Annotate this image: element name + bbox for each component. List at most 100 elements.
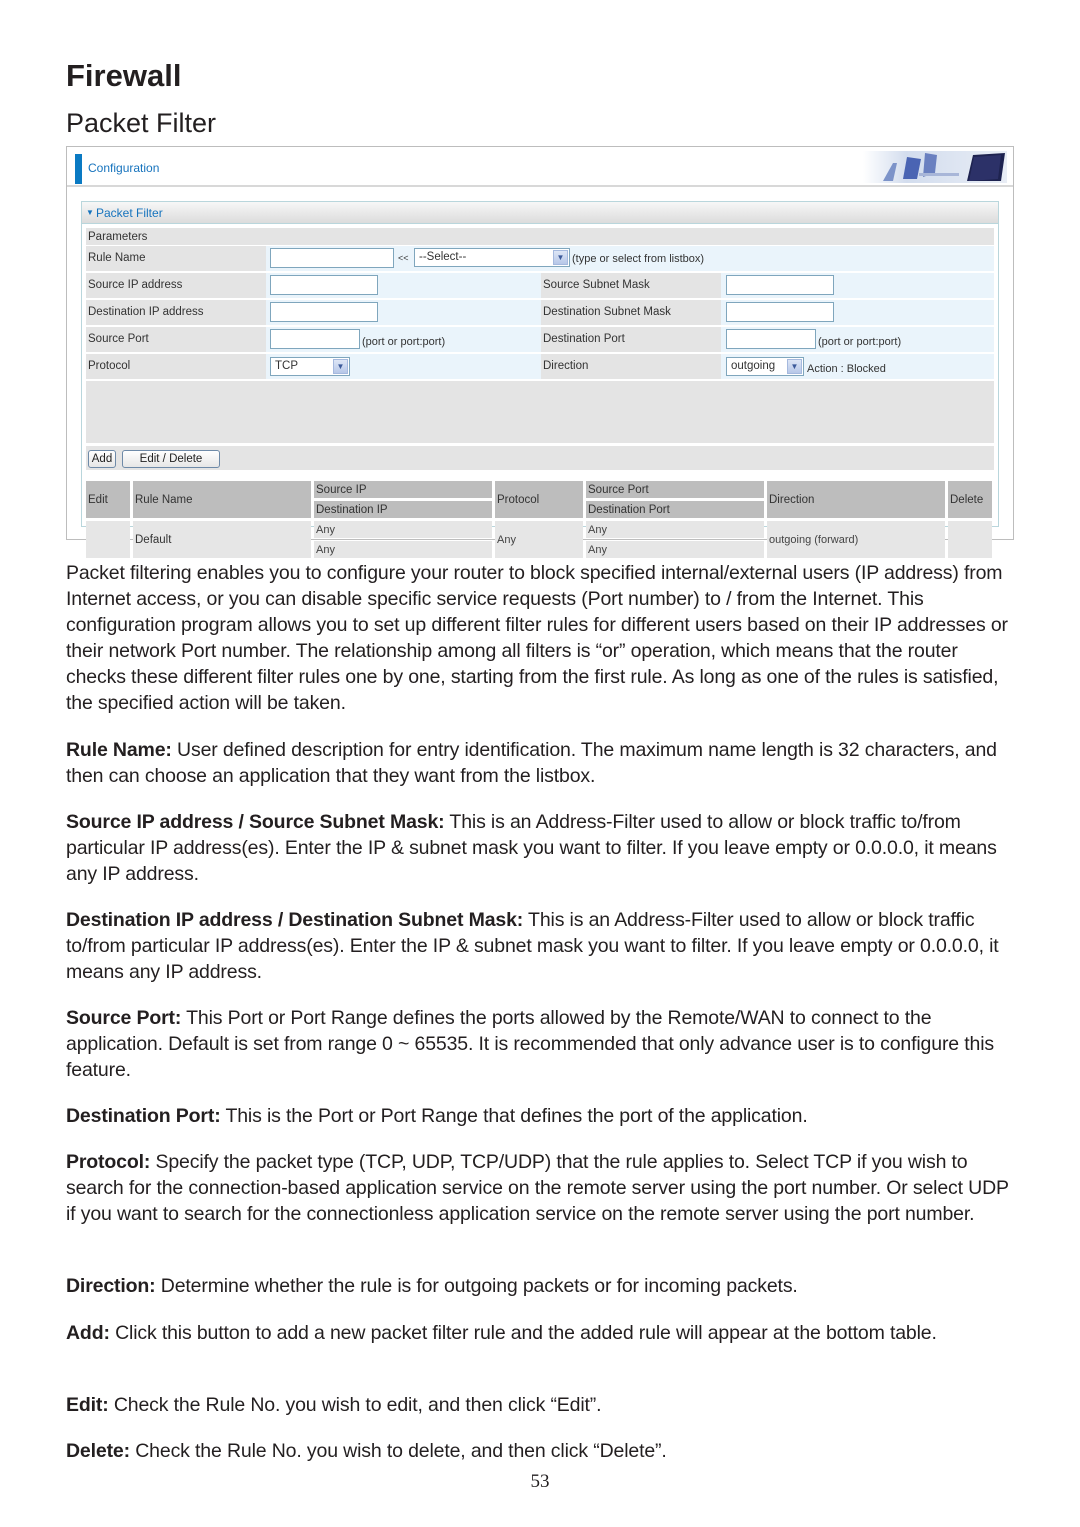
definition-edit: Edit: Check the Rule No. you wish to edi… (66, 1392, 1016, 1418)
definition-text: This is the Port or Port Range that defi… (220, 1105, 808, 1127)
row-source-port: Any (586, 521, 764, 538)
add-button[interactable]: Add (88, 450, 116, 468)
protocol-direction-row: Protocol TCP ▼ Direction outgoing ▼ Acti… (86, 354, 994, 379)
row-protocol: Any (495, 521, 583, 558)
packet-filter-screenshot: Configuration ▼ Packet Filter Parameters… (66, 146, 1014, 558)
section-header-label: Packet Filter (96, 206, 163, 220)
row-source-ip: Any (314, 521, 492, 538)
section-title: Packet Filter (66, 108, 217, 138)
protocol-select-value: TCP (275, 360, 298, 372)
source-subnet-label: Source Subnet Mask (541, 273, 721, 298)
rule-name-row: Rule Name << --Select-- ▼ (type or selec… (86, 246, 994, 271)
row-direction: outgoing (forward) (767, 521, 945, 558)
row-destination-ip: Any (314, 541, 492, 558)
spacer-row (86, 381, 994, 443)
office-banner-image (863, 151, 1007, 183)
destination-subnet-input[interactable] (726, 302, 834, 322)
destination-ip-label: Destination IP address (86, 300, 266, 325)
source-port-hint: (port or port:port) (362, 336, 446, 348)
definition-text: Specify the packet type (TCP, UDP, TCP/U… (66, 1151, 1009, 1225)
application-select-value: --Select-- (419, 251, 467, 263)
definition-source-port: Source Port: This Port or Port Range def… (66, 1005, 1016, 1083)
definition-destination-port: Destination Port: This is the Port or Po… (66, 1103, 1016, 1129)
destination-subnet-label: Destination Subnet Mask (541, 300, 721, 325)
direction-select[interactable]: outgoing ▼ (726, 357, 804, 376)
page-number: 53 (530, 1471, 550, 1492)
definition-text: Check the Rule No. you wish to delete, a… (129, 1440, 667, 1462)
term: Source IP address / Source Subnet Mask: (66, 811, 445, 833)
header-delete: Delete (948, 481, 992, 518)
term: Destination IP address / Destination Sub… (66, 909, 524, 931)
header-destination-port: Destination Port (586, 501, 764, 518)
term: Source Port: (66, 1007, 182, 1029)
port-row: Source Port (port or port:port) Destinat… (86, 327, 994, 352)
packet-filter-section-header[interactable]: ▼ Packet Filter (82, 202, 998, 224)
chevron-down-icon: ▼ (333, 359, 348, 374)
definition-source-ip: Source IP address / Source Subnet Mask: … (66, 809, 1016, 887)
application-select[interactable]: --Select-- ▼ (414, 248, 570, 267)
term: Rule Name: (66, 739, 172, 761)
definition-text: Check the Rule No. you wish to edit, and… (108, 1394, 602, 1416)
destination-port-label: Destination Port (541, 327, 721, 352)
destination-ip-input[interactable] (270, 302, 378, 322)
config-header: Configuration (67, 147, 1013, 187)
header-protocol: Protocol (495, 481, 583, 518)
parameters-header: Parameters (86, 228, 994, 245)
term: Direction: (66, 1275, 156, 1297)
button-bar: Add Edit / Delete (86, 446, 994, 470)
packet-filter-panel: ▼ Packet Filter Parameters Rule Name << … (81, 201, 999, 558)
definition-direction: Direction: Determine whether the rule is… (66, 1273, 1016, 1299)
destination-ip-row: Destination IP address Destination Subne… (86, 300, 994, 325)
destination-port-hint: (port or port:port) (818, 336, 902, 348)
definition-text: Determine whether the rule is for outgoi… (155, 1275, 798, 1297)
intro-paragraph: Packet filtering enables you to configur… (66, 562, 1008, 714)
source-ip-row: Source IP address Source Subnet Mask (86, 273, 994, 298)
row-destination-port: Any (586, 541, 764, 558)
chevron-down-icon: ▼ (553, 250, 568, 265)
term: Add: (66, 1322, 110, 1344)
header-direction: Direction (767, 481, 945, 518)
rule-name-input[interactable] (270, 248, 394, 268)
definition-text: User defined description for entry ident… (66, 739, 997, 787)
copy-arrow: << (398, 253, 409, 263)
header-rule-name: Rule Name (133, 481, 311, 518)
row-edit-cell[interactable] (86, 521, 130, 558)
definition-add: Add: Click this button to add a new pack… (66, 1320, 1016, 1346)
chapter-title: Firewall (66, 58, 182, 93)
destination-port-input[interactable] (726, 329, 816, 349)
term: Delete: (66, 1440, 130, 1462)
definition-text: This Port or Port Range defines the port… (66, 1007, 994, 1081)
header-source-ip: Source IP (314, 481, 492, 498)
direction-select-value: outgoing (731, 360, 776, 372)
header-source-port: Source Port (586, 481, 764, 498)
source-port-label: Source Port (86, 327, 266, 352)
term: Destination Port: (66, 1105, 221, 1127)
term: Edit: (66, 1394, 109, 1416)
table-row: Default Any Any Any outgoing (forward) (86, 521, 992, 558)
header-edit: Edit (86, 481, 130, 518)
header-destination-ip: Destination IP (314, 501, 492, 518)
collapse-triangle-icon: ▼ (86, 208, 94, 217)
rule-name-label: Rule Name (86, 246, 266, 271)
term: Protocol: (66, 1151, 151, 1173)
config-tab[interactable]: Configuration (88, 161, 159, 175)
row-rule-name: Default (133, 521, 311, 558)
rules-table: Edit Rule Name Source IP Protocol Source… (83, 478, 995, 561)
source-subnet-input[interactable] (726, 275, 834, 295)
action-status: Action : Blocked (807, 363, 886, 375)
edit-delete-button[interactable]: Edit / Delete (122, 450, 220, 468)
definition-delete: Delete: Check the Rule No. you wish to d… (66, 1438, 1016, 1464)
source-port-input[interactable] (270, 329, 360, 349)
definition-protocol: Protocol: Specify the packet type (TCP, … (66, 1149, 1016, 1227)
source-ip-label: Source IP address (86, 273, 266, 298)
definition-text: Click this button to add a new packet fi… (109, 1322, 937, 1344)
row-delete-cell[interactable] (948, 521, 992, 558)
config-accent-bar (75, 154, 82, 184)
definition-rule-name: Rule Name: User defined description for … (66, 737, 1016, 789)
definition-destination-ip: Destination IP address / Destination Sub… (66, 907, 1016, 985)
protocol-label: Protocol (86, 354, 266, 379)
protocol-select[interactable]: TCP ▼ (270, 357, 350, 376)
direction-label: Direction (541, 354, 721, 379)
chevron-down-icon: ▼ (787, 359, 802, 374)
source-ip-input[interactable] (270, 275, 378, 295)
